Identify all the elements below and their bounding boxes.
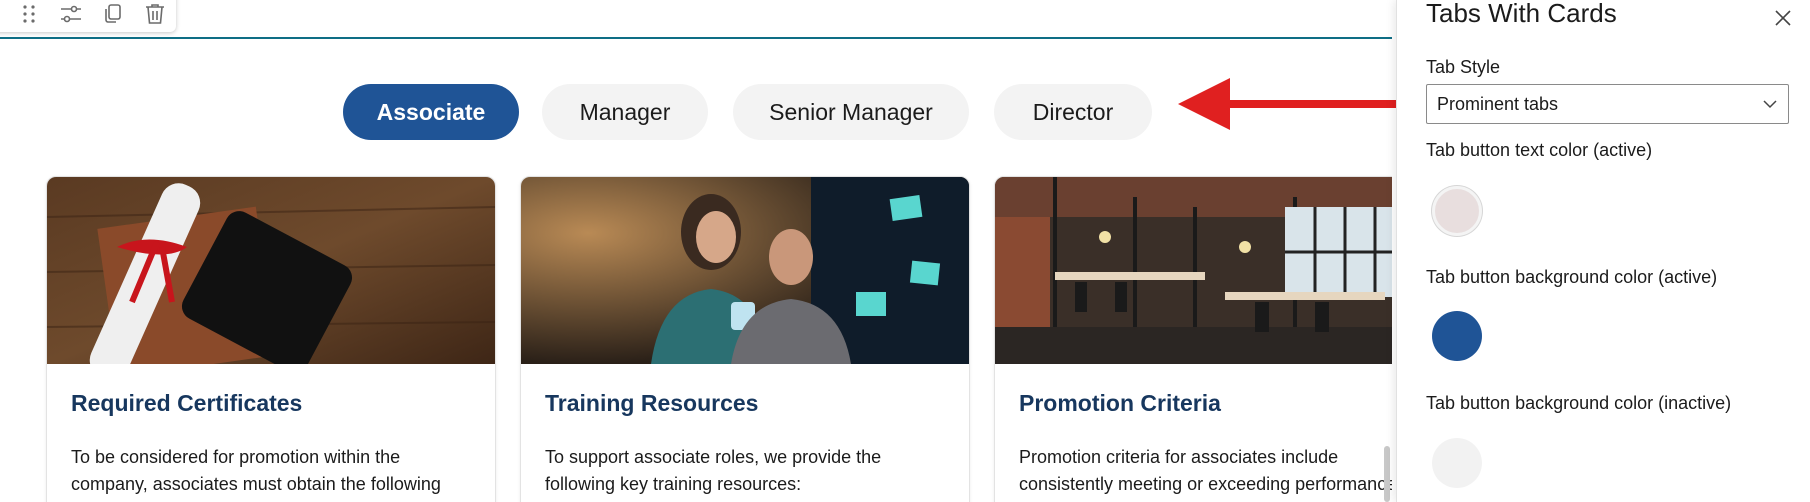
diploma-image [47, 177, 495, 364]
tab-senior-manager[interactable]: Senior Manager [733, 84, 969, 140]
property-pane-title: Tabs With Cards [1426, 0, 1617, 28]
bg-color-active-swatch[interactable] [1432, 311, 1482, 361]
tab-director[interactable]: Director [994, 84, 1152, 140]
scrollbar-thumb[interactable] [1384, 446, 1390, 502]
section-divider [0, 37, 1392, 39]
tab-style-value: Prominent tabs [1437, 93, 1559, 114]
bg-color-inactive-swatch[interactable] [1432, 438, 1482, 488]
delete-icon[interactable] [134, 0, 176, 29]
card-text: Promotion criteria for associates includ… [1019, 447, 1392, 494]
text-color-active-label: Tab button text color (active) [1426, 140, 1653, 160]
tab-associate[interactable]: Associate [343, 84, 519, 140]
card-text: To support associate roles, we provide t… [545, 447, 882, 494]
card-title[interactable]: Promotion Criteria [1019, 390, 1221, 417]
tab-style-label: Tab Style [1426, 57, 1501, 77]
settings-sliders-icon[interactable] [50, 0, 92, 29]
text-color-active-swatch[interactable] [1432, 186, 1482, 236]
close-icon[interactable] [1769, 4, 1797, 32]
chevron-down-icon [1763, 100, 1777, 109]
card-training-resources[interactable]: Training Resources To support associate … [520, 176, 970, 502]
office-image [995, 177, 1392, 364]
webpart-toolbar [0, 0, 176, 32]
card-title[interactable]: Required Certificates [71, 390, 302, 417]
red-arrow-annotation [1178, 78, 1432, 130]
bg-color-active-label: Tab button background color (active) [1426, 267, 1718, 287]
colleagues-image [521, 177, 969, 364]
tab-style-dropdown[interactable]: Prominent tabs [1426, 84, 1789, 124]
property-pane: Tabs With Cards Tab Style Prominent tabs… [1396, 0, 1810, 502]
duplicate-icon[interactable] [92, 0, 134, 29]
card-text: To be considered for promotion within th… [71, 447, 441, 494]
card-title[interactable]: Training Resources [545, 390, 758, 417]
bg-color-inactive-label: Tab button background color (inactive) [1426, 393, 1732, 413]
card-promotion-criteria[interactable]: Promotion Criteria Promotion criteria fo… [994, 176, 1392, 502]
tab-manager[interactable]: Manager [542, 84, 708, 140]
card-required-certificates[interactable]: Required Certificates To be considered f… [46, 176, 496, 502]
drag-handle-icon[interactable] [8, 0, 50, 29]
